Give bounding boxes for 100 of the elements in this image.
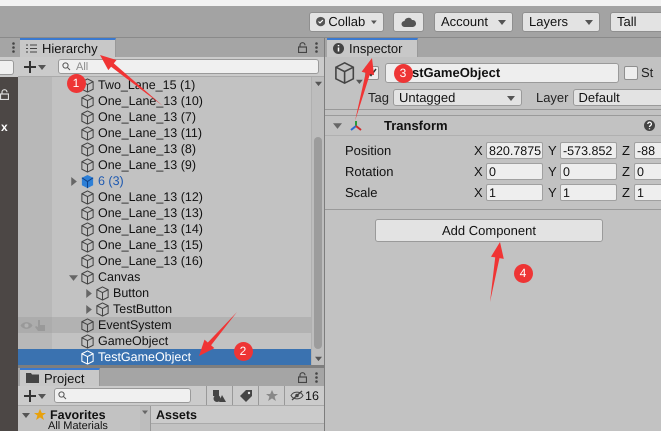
hierarchy-row[interactable]: One_Lane_13 (10) [18,93,311,109]
tag-dropdown[interactable]: Untagged [392,89,522,106]
hierarchy-row[interactable]: One_Lane_13 (12) [18,189,311,205]
hierarchy-tab[interactable]: Hierarchy [20,38,116,57]
hidden-count-button[interactable]: 16 [284,386,324,405]
object-name: TestButton [113,302,172,316]
hierarchy-row[interactable]: TestButton [18,301,311,317]
hierarchy-row[interactable]: Button [18,285,311,301]
object-name: One_Lane_13 (12) [98,190,203,204]
hierarchy-row[interactable]: One_Lane_13 (9) [18,157,311,173]
scrollbar[interactable] [311,77,324,365]
caret-icon [356,78,363,84]
inspector-tab[interactable]: Inspector [327,38,418,57]
menu-icon [315,42,318,53]
cube-icon [333,60,356,84]
menu-icon [12,42,15,53]
axis-label: Z [622,143,631,158]
search-field[interactable]: All [58,59,319,74]
layout-dropdown[interactable]: Tall [610,12,661,32]
object-name: One_Lane_13 (9) [98,158,196,172]
caret-icon [371,18,377,26]
collab-button[interactable]: Collab [309,12,384,32]
scroll-down-icon [314,355,322,362]
eye-icon [20,320,33,330]
object-name: GameObject [98,334,168,348]
assets-header: Assets [151,406,324,424]
cube-icon [80,254,95,268]
cube-icon [80,190,95,204]
cube-icon [80,110,95,124]
number-field[interactable]: 1 [560,184,617,201]
axis-label: Y [548,164,558,179]
search-icon [62,62,72,71]
hierarchy-row[interactable]: 6 (3) [18,173,311,189]
search-icon [58,391,68,400]
dropdown-button[interactable]: Account [434,12,513,32]
layer-label: Layer [536,90,568,105]
number-field[interactable]: 1 [634,184,661,201]
info-icon [333,43,344,54]
tab-label: Hierarchy [42,41,98,56]
layer-dropdown[interactable]: Default [572,89,661,106]
help-icon [644,120,655,131]
number-field[interactable]: -573.852 [560,142,617,159]
star-icon [34,409,46,421]
hierarchy-row[interactable]: EventSystem [18,317,311,333]
project-tab[interactable]: Project [20,368,100,386]
cube-icon [80,270,95,284]
number-field[interactable]: 0 [560,163,617,180]
create-button[interactable] [24,390,46,402]
hierarchy-row[interactable]: One_Lane_13 (15) [18,237,311,253]
static-checkbox[interactable] [624,66,638,80]
number-field[interactable]: 820.7875 [486,142,543,159]
object-name: 6 (3) [98,174,124,188]
add-component-button[interactable]: Add Component [375,219,603,242]
hierarchy-row[interactable]: One_Lane_13 (13) [18,205,311,221]
component-title: Transform [384,118,448,133]
property-label: Position [345,143,392,158]
axis-label: Y [548,143,558,158]
object-name: One_Lane_13 (14) [98,222,203,236]
tab-label: Project [44,370,84,386]
axis-label: Y [548,185,558,200]
cloud-icon [401,16,416,26]
check-circle-icon [316,15,326,28]
favorite-label: All Materials [48,421,108,431]
hierarchy-row[interactable]: Canvas [18,269,311,285]
eye-slash-icon [290,390,304,401]
cube-icon [80,222,95,236]
number-field[interactable]: 0 [486,163,543,180]
shapes-icon [212,390,226,402]
number-field[interactable]: 1 [486,184,543,201]
hierarchy-row[interactable]: One_Lane_13 (7) [18,109,311,125]
cube-icon [95,302,110,316]
hierarchy-row[interactable]: One_Lane_13 (14) [18,221,311,237]
caret-icon [498,18,506,26]
scroll-up-icon [142,409,148,415]
object-name: One_Lane_13 (16) [98,254,203,268]
lock-icon [298,372,307,382]
caret-icon [38,62,46,70]
cube-icon [80,238,95,252]
cube-icon [95,286,110,300]
favorites-label: Favorites [50,408,106,422]
axis-label: X [474,164,484,179]
object-name: TestGameObject [98,350,192,364]
favorite-item[interactable]: All Materials [22,422,140,431]
cloud-button[interactable] [393,12,424,32]
dropdown-button[interactable]: Layers [522,12,600,32]
axis-label: Z [622,185,631,200]
search-field[interactable] [54,388,191,403]
hierarchy-row[interactable]: One_Lane_13 (8) [18,141,311,157]
favorites-row[interactable]: Favorites [22,408,140,422]
folder-icon [26,373,39,383]
tab-label: Inspector [349,41,402,56]
cube-icon [80,158,95,172]
field-edge[interactable] [0,60,14,74]
number-field[interactable]: -88 [634,142,661,159]
object-name: Canvas [98,270,140,284]
hierarchy-row[interactable]: One_Lane_13 (16) [18,253,311,269]
hierarchy-row[interactable]: One_Lane_13 (11) [18,125,311,141]
number-field[interactable]: 0 [634,163,661,180]
scroll-up-icon [314,80,322,87]
create-button[interactable] [24,60,46,72]
